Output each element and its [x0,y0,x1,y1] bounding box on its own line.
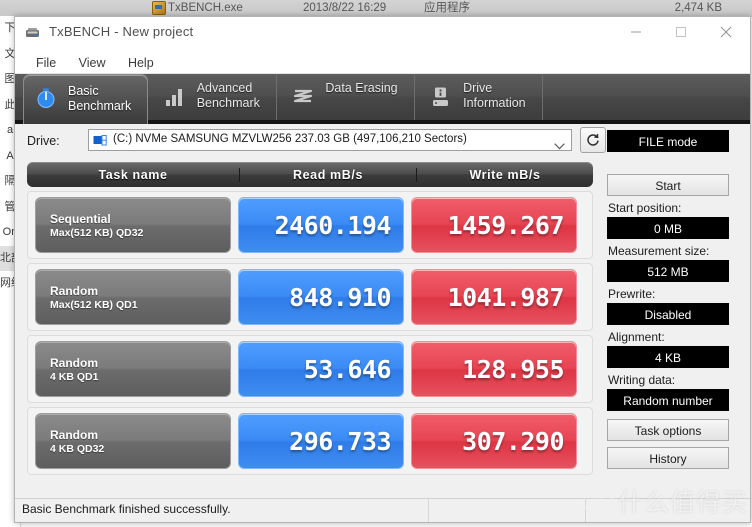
tab-basic-benchmark-label: Basic Benchmark [68,84,132,113]
app-icon [25,25,41,41]
content-area: Drive: (C:) NVMe SAMSUNG MZVLW256 237.03… [15,124,750,521]
column-header-read: Read mB/s [239,167,416,182]
status-message: Basic Benchmark finished successfully. [22,502,231,516]
prewrite-value[interactable]: Disabled [607,303,729,325]
status-divider [585,499,586,522]
task-name-cell: Random 4 KB QD32 [35,413,231,469]
read-value: 2460.194 [238,197,404,253]
table-row[interactable]: Random 4 KB QD32 296.733 307.290 [27,407,593,475]
txbench-window: TxBENCH - New project File View Help Bas… [14,16,751,523]
drive-label: Drive: [27,134,60,148]
column-header-write: Write mB/s [416,167,593,182]
column-header-task-name: Task name [98,167,168,182]
chevron-down-icon[interactable] [554,137,565,155]
task-line-1: Random [50,283,98,298]
results-table: Task name Read mB/s Write mB/s Sequentia… [27,162,593,512]
write-value: 307.290 [411,413,577,469]
table-row[interactable]: Sequential Max(512 KB) QD32 2460.194 145… [27,191,593,259]
read-value: 53.646 [238,341,404,397]
task-name-cell: Random 4 KB QD1 [35,341,231,397]
file-mode-button[interactable]: FILE mode [607,130,729,152]
title-bar: TxBENCH - New project [15,17,750,50]
measurement-size-label: Measurement size: [608,244,710,258]
tab-basic-benchmark[interactable]: Basic Benchmark [23,74,149,124]
close-icon[interactable] [703,17,748,47]
background-file-type: 应用程序 [424,2,470,14]
read-value: 848.910 [238,269,404,325]
stopwatch-icon [34,86,58,110]
task-line-2: 4 KB QD1 [50,370,99,383]
task-options-button[interactable]: Task options [607,419,729,441]
task-line-1: Random [50,427,98,442]
tab-drive-information-label: Drive Information [463,81,526,110]
shred-icon [291,85,315,109]
table-row[interactable]: Random Max(512 KB) QD1 848.910 1041.987 [27,263,593,331]
drive-select[interactable]: (C:) NVMe SAMSUNG MZVLW256 237.03 GB (49… [88,129,572,151]
hdd-icon [93,134,107,147]
tab-advanced-benchmark[interactable]: Advanced Benchmark [153,74,277,120]
tab-strip: Basic Benchmark Advanced Benchmark Data … [15,74,750,124]
tab-data-erasing[interactable]: Data Erasing [281,74,415,120]
alignment-label: Alignment: [608,330,665,344]
status-divider [428,499,429,522]
alignment-value[interactable]: 4 KB [607,346,729,368]
table-header-row: Task name Read mB/s Write mB/s [27,162,593,187]
background-file-size: 2,474 KB [674,2,722,14]
history-button[interactable]: History [607,447,729,469]
tab-drive-information[interactable]: Drive Information [419,74,543,120]
exe-file-icon [152,1,166,15]
write-value: 128.955 [411,341,577,397]
background-file-name: TxBENCH.exe [168,2,243,14]
window-title: TxBENCH - New project [49,24,194,39]
menu-item-help[interactable]: Help [119,50,163,74]
start-button[interactable]: Start [607,174,729,196]
options-panel: FILE mode Start Start position: 0 MB Mea… [607,128,738,518]
menu-bar: File View Help [15,50,750,74]
maximize-icon[interactable] [658,17,703,47]
task-line-1: Sequential [50,211,111,226]
writing-data-value[interactable]: Random number [607,389,729,411]
task-line-1: Random [50,355,98,370]
tab-data-erasing-label: Data Erasing [325,81,398,95]
task-name-cell: Random Max(512 KB) QD1 [35,269,231,325]
write-value: 1041.987 [411,269,577,325]
hard-drive-icon [429,85,453,109]
status-bar: Basic Benchmark finished successfully. [15,498,750,522]
write-value: 1459.267 [411,197,577,253]
task-line-2: Max(512 KB) QD32 [50,226,144,239]
start-position-label: Start position: [608,201,682,215]
minimize-icon[interactable] [613,17,658,47]
menu-item-file[interactable]: File [27,50,65,74]
task-name-cell: Sequential Max(512 KB) QD32 [35,197,231,253]
drive-value: (C:) NVMe SAMSUNG MZVLW256 237.03 GB (49… [113,133,467,145]
read-value: 296.733 [238,413,404,469]
tab-advanced-benchmark-label: Advanced Benchmark [196,81,260,110]
background-file-row: TxBENCH.exe 2013/8/22 16:29 应用程序 2,474 K… [0,0,752,17]
task-line-2: Max(512 KB) QD1 [50,298,138,311]
prewrite-label: Prewrite: [608,287,656,301]
table-row[interactable]: Random 4 KB QD1 53.646 128.955 [27,335,593,403]
measurement-size-value[interactable]: 512 MB [607,260,729,282]
start-position-value[interactable]: 0 MB [607,217,729,239]
task-line-2: 4 KB QD32 [50,442,105,455]
writing-data-label: Writing data: [608,373,676,387]
refresh-icon[interactable] [580,127,606,153]
background-file-date: 2013/8/22 16:29 [303,2,387,14]
bar-chart-icon [163,85,187,109]
menu-item-view[interactable]: View [70,50,115,74]
